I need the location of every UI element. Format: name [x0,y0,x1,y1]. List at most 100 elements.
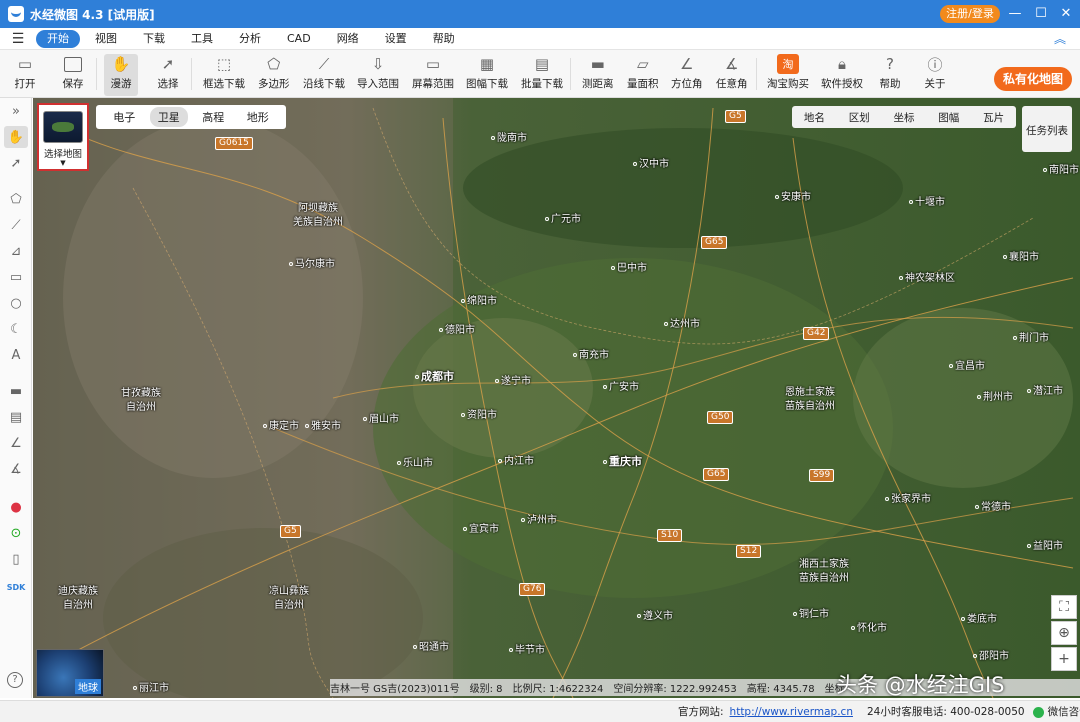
folder-icon: ▭ [17,55,33,73]
city-label: 遵义市 [637,607,673,622]
overlay-tiles[interactable]: 瓦片 [983,110,1004,125]
select-map-button[interactable]: 选择地图 ▼ [37,103,89,171]
city-label: 达州市 [664,315,700,330]
locate-icon[interactable]: ⊕ [1051,621,1077,645]
text-draw-icon[interactable]: A [4,344,28,366]
region-label: 迪庆藏族 自治州 [58,586,98,611]
measure-distance-button[interactable]: ▬ 测距离 [582,54,614,96]
license-label: 软件授权 [821,78,863,90]
zoom-in-button[interactable]: + [1051,647,1077,671]
map-type-switcher: 电子 卫星 高程 地形 [96,105,286,129]
city-label: 重庆市 [603,453,642,469]
overlay-coordinates[interactable]: 坐标 [893,110,914,125]
polygon-download-button[interactable]: ⬠ 多边形 [258,54,290,96]
link-icon[interactable]: ⊙ [4,522,28,544]
wechat-label: 微信咨询 [1047,706,1080,718]
city-label: 南充市 [573,346,609,361]
overlay-divisions[interactable]: 区划 [849,110,870,125]
sheet-download-button[interactable]: ▦ 图幅下载 [466,54,508,96]
crescent-draw-icon[interactable]: ☾ [4,318,28,340]
save-button[interactable]: 保存 [62,54,84,96]
menu-download[interactable]: 下载 [132,30,176,48]
menu-help[interactable]: 帮助 [422,30,466,48]
city-label: 资阳市 [461,406,497,421]
any-angle-button[interactable]: ∡ 任意角 [716,54,748,96]
sdk-icon[interactable]: SDK [4,576,28,598]
area-tool-icon[interactable]: ▤ [4,406,28,428]
measure-area-button[interactable]: ▱ 量面积 [627,54,659,96]
private-map-button[interactable]: 私有化地图 [994,67,1072,91]
azimuth-tool-icon[interactable]: ∠ [4,432,28,454]
ruler-tool-icon[interactable]: ▬ [4,380,28,402]
line-download-button[interactable]: ⟋ 沿线下载 [303,54,345,96]
about-button[interactable]: ⓘ 关于 [924,54,946,96]
hotline: 24小时客服电话: 400-028-0050 [866,706,1025,718]
city-label: 张家界市 [885,490,931,505]
menu-analysis[interactable]: 分析 [228,30,272,48]
site-link[interactable]: http://www.rivermap.cn [730,706,853,718]
menu-view[interactable]: 视图 [84,30,128,48]
any-angle-label: 任意角 [716,78,748,90]
overlay-toggles: 地名 区划 坐标 图幅 瓦片 [792,106,1016,128]
collapse-ribbon-icon[interactable]: ︽ [1054,30,1066,47]
area-draw-icon[interactable]: ⊿ [4,240,28,262]
task-list-button[interactable]: 任务列表 [1022,106,1072,152]
menu-tools[interactable]: 工具 [180,30,224,48]
cursor-arrow-icon: ➚ [161,55,175,73]
menu-bar: ☰ 开始 视图 下载 工具 分析 CAD 网络 设置 帮助 ︽ [0,28,1080,50]
info-icon: ⓘ [927,55,943,74]
highway-shield: S99 [809,469,835,482]
minimize-button[interactable]: — [1002,0,1028,28]
highway-shield: G42 [803,327,830,340]
screen-range-button[interactable]: ▭ 屏幕范围 [412,54,454,96]
overlay-sheets[interactable]: 图幅 [938,110,959,125]
menu-start[interactable]: 开始 [36,29,80,48]
expand-panel-icon[interactable]: » [4,100,28,122]
menu-network[interactable]: 网络 [326,30,370,48]
rectangle-draw-icon[interactable]: ▭ [4,266,28,288]
globe-view-button[interactable]: 地球 [36,649,104,697]
angle-tool-icon[interactable]: ∡ [4,458,28,480]
city-label: 荆门市 [1013,329,1049,344]
city-label: 襄阳市 [1003,248,1039,263]
map-view[interactable]: G5 G0615 G65 G42 G50 S99 G65 S10 S12 G5 … [33,98,1080,698]
open-button[interactable]: ▭ 打开 [14,54,36,96]
map-type-elevation[interactable]: 高程 [194,107,232,127]
maximize-button[interactable]: ☐ [1028,0,1054,28]
map-type-satellite[interactable]: 卫星 [149,107,188,127]
import-range-button[interactable]: ⇩ 导入范围 [357,54,399,96]
city-label: 神农架林区 [899,269,955,284]
sheet-download-label: 图幅下载 [466,78,508,90]
map-type-electronic[interactable]: 电子 [105,107,143,127]
select-tool-button[interactable]: ➚ 选择 [157,54,179,96]
azimuth-button[interactable]: ∠ 方位角 [671,54,703,96]
overlay-placenames[interactable]: 地名 [804,110,825,125]
dropdown-arrow-icon: ▼ [60,159,66,167]
roam-button[interactable]: ✋ 漫游 [104,54,138,96]
hand-pan-icon[interactable]: ✋ [4,126,28,148]
help-circle-icon[interactable]: ? [7,672,23,688]
city-label: 广安市 [603,378,639,393]
license-button[interactable]: 🔒︎ 软件授权 [821,54,863,96]
circle-draw-icon[interactable]: ○ [4,292,28,314]
batch-download-button[interactable]: ▤ 批量下载 [521,54,563,96]
city-label: 怀化市 [851,619,887,634]
map-type-terrain[interactable]: 地形 [239,107,277,127]
menu-settings[interactable]: 设置 [374,30,418,48]
plugin-icon[interactable]: ● [4,496,28,518]
city-label: 汉中市 [633,155,669,170]
close-button[interactable]: ✕ [1053,0,1079,28]
device-icon[interactable]: ▯ [4,548,28,570]
menu-cad[interactable]: CAD [276,30,322,48]
box-download-button[interactable]: ⬚ 框选下载 [203,54,245,96]
wechat-consult[interactable]: 微信咨询 [1032,704,1080,719]
polygon-draw-icon[interactable]: ⬠ [4,188,28,210]
taobao-buy-button[interactable]: 淘 淘宝购买 [767,54,809,96]
login-button[interactable]: 注册/登录 [940,5,1000,23]
select-arrow-icon[interactable]: ➚ [4,152,28,174]
help-button[interactable]: ? 帮助 [879,54,901,96]
polyline-draw-icon[interactable]: ⟋ [4,214,28,236]
fullscreen-icon[interactable]: ⛶ [1051,595,1077,619]
hamburger-menu-icon[interactable]: ☰ [0,31,36,47]
satellite-imagery [33,98,1080,698]
